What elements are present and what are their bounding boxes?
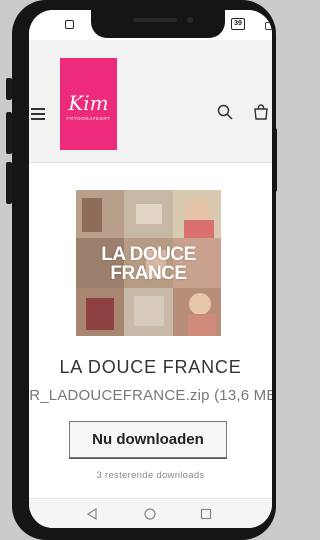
product-image: LA DOUCE FRANCE: [76, 190, 221, 336]
cart-icon[interactable]: [253, 104, 269, 120]
product-title: LA DOUCE FRANCE: [59, 357, 242, 377]
home-icon[interactable]: [143, 507, 157, 521]
camera-notch: [91, 10, 225, 38]
menu-icon[interactable]: [31, 108, 45, 120]
recents-icon[interactable]: [199, 507, 213, 521]
logo-name: Kim: [68, 91, 109, 115]
device-mockup: 39 Kim FOTOGRAFEERT LA DOUCE FRANCE LA D…: [0, 0, 281, 540]
phone-screen: 39 Kim FOTOGRAFEERT LA DOUCE FRANCE LA D…: [29, 10, 272, 528]
back-icon[interactable]: [85, 507, 99, 521]
site-header: Kim FOTOGRAFEERT: [29, 40, 272, 163]
remaining-downloads: 3 resterende downloads: [96, 470, 205, 481]
speaker-grille: [133, 18, 177, 22]
notification-icon: [65, 20, 74, 29]
battery-level: 39: [234, 20, 242, 27]
file-info: KR_LADOUCEFRANCE.zip (13,6 MB): [29, 387, 272, 404]
image-overlay-line: FRANCE: [110, 263, 187, 284]
download-page: LA DOUCE FRANCE LA DOUCE FRANCE KR_LADOUC…: [29, 163, 272, 498]
front-camera: [187, 17, 193, 23]
image-overlay-text: LA DOUCE FRANCE: [76, 245, 221, 283]
site-logo[interactable]: Kim FOTOGRAFEERT: [60, 58, 117, 150]
download-button[interactable]: Nu downloaden: [69, 421, 227, 458]
phone-frame: 39 Kim FOTOGRAFEERT LA DOUCE FRANCE LA D…: [12, 0, 276, 540]
battery-icon: 39: [231, 18, 245, 30]
navigation-bar: [29, 498, 272, 528]
image-overlay-line: LA DOUCE: [101, 244, 196, 265]
status-icon: [265, 22, 272, 30]
status-bar: 39: [29, 10, 272, 40]
logo-subtitle: FOTOGRAFEERT: [66, 116, 111, 121]
search-icon[interactable]: [217, 104, 233, 120]
